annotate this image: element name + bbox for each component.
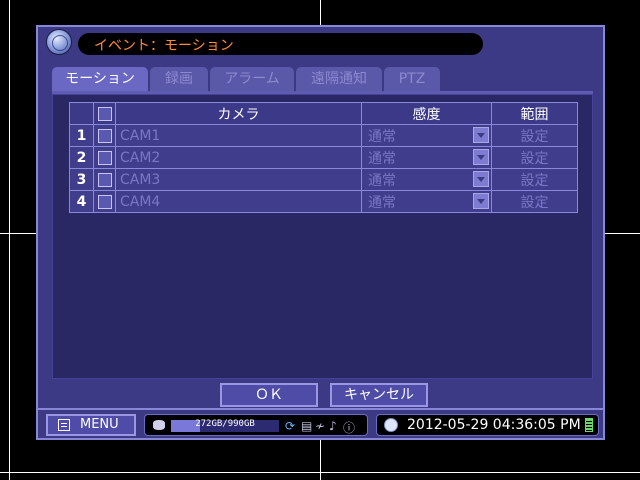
grid-line-vertical-top (320, 0, 321, 25)
title-bar: イベント：モーション (78, 33, 483, 55)
header-select-all[interactable] (93, 102, 116, 125)
range-setup-button[interactable]: 設定 (491, 190, 578, 213)
sensitivity-value: 通常 (368, 194, 396, 211)
clock-icon (384, 418, 398, 432)
tab-ptz[interactable]: PTZ (384, 67, 440, 91)
clock-display: 2012-05-29 04:36:05 PM (376, 414, 599, 436)
sensitivity-select[interactable]: 通常 (361, 168, 492, 191)
motion-settings-panel: カメラ 感度 範囲 1 CAM1 通常 設定 2 CAM2 通常 設定 3 CA… (52, 94, 593, 379)
datetime: 2012-05-29 04:36:05 PM (407, 417, 581, 433)
grid-line-left-edge (9, 0, 10, 480)
sensitivity-value: 通常 (368, 172, 396, 189)
table-row: 4 CAM4 通常 設定 (69, 190, 578, 213)
camera-name: CAM2 (115, 146, 362, 169)
tab-alarm[interactable]: アラーム (210, 67, 294, 91)
network-icon: ≁ (315, 419, 326, 433)
camera-name: CAM1 (115, 124, 362, 147)
row-checkbox[interactable] (97, 172, 112, 187)
sensitivity-select[interactable]: 通常 (361, 146, 492, 169)
grid-line-bottom-edge (0, 472, 640, 473)
menu-label: MENU (80, 417, 119, 432)
globe-icon (46, 29, 72, 55)
table-row: 1 CAM1 通常 設定 (69, 124, 578, 147)
chevron-down-icon[interactable] (473, 127, 489, 143)
tab-remote-notify[interactable]: 遠隔通知 (296, 67, 382, 91)
row-checkbox[interactable] (97, 150, 112, 165)
grid-line-vertical-bottom (320, 440, 321, 480)
row-checkbox-cell (93, 124, 116, 147)
row-checkbox-cell (93, 168, 116, 191)
row-number: 1 (69, 124, 94, 147)
sensitivity-select[interactable]: 通常 (361, 124, 492, 147)
row-checkbox-cell (93, 190, 116, 213)
hdd-icon (153, 420, 165, 430)
table-header-row: カメラ 感度 範囲 (69, 102, 578, 125)
row-number: 2 (69, 146, 94, 169)
refresh-icon: ⟳ (285, 419, 296, 433)
select-all-checkbox[interactable] (97, 106, 112, 121)
chevron-down-icon[interactable] (473, 193, 489, 209)
row-checkbox[interactable] (97, 128, 112, 143)
table-row: 2 CAM2 通常 設定 (69, 146, 578, 169)
storage-text: 272GB/990GB (195, 419, 255, 429)
camera-motion-table: カメラ 感度 範囲 1 CAM1 通常 設定 2 CAM2 通常 設定 3 CA… (69, 102, 578, 213)
row-number: 4 (69, 190, 94, 213)
sensitivity-select[interactable]: 通常 (361, 190, 492, 213)
alert-icon: ⓘ (343, 421, 356, 435)
row-number: 3 (69, 168, 94, 191)
sensitivity-value: 通常 (368, 150, 396, 167)
range-setup-button[interactable]: 設定 (491, 146, 578, 169)
grid-line-horizontal-left (0, 233, 36, 234)
tab-recording[interactable]: 録画 (150, 67, 208, 91)
row-checkbox[interactable] (97, 194, 112, 209)
menu-button[interactable]: MENU (46, 414, 136, 436)
window-title: イベント：モーション (94, 38, 234, 54)
range-setup-button[interactable]: 設定 (491, 168, 578, 191)
camera-name: CAM3 (115, 168, 362, 191)
storage-indicator: 272GB/990GB ⟳ ▤ ≁ ♪ ⓘ (144, 414, 368, 436)
grid-line-horizontal-right (605, 233, 640, 234)
header-number (69, 102, 94, 125)
chevron-down-icon[interactable] (473, 171, 489, 187)
ok-button[interactable]: ＯＫ (220, 383, 318, 407)
sensitivity-value: 通常 (368, 128, 396, 145)
table-row: 3 CAM3 通常 設定 (69, 168, 578, 191)
chevron-down-icon[interactable] (473, 149, 489, 165)
header-sensitivity: 感度 (361, 102, 492, 125)
range-setup-button[interactable]: 設定 (491, 124, 578, 147)
cancel-button[interactable]: キャンセル (330, 383, 428, 407)
header-camera: カメラ (115, 102, 362, 125)
record-icon: ▤ (301, 419, 313, 433)
row-checkbox-cell (93, 146, 116, 169)
battery-icon (585, 418, 593, 432)
tab-motion[interactable]: モーション (52, 67, 148, 91)
header-range: 範囲 (491, 102, 578, 125)
menu-icon (58, 419, 70, 431)
status-bar: MENU 272GB/990GB ⟳ ▤ ≁ ♪ ⓘ 2012-05-29 04… (36, 410, 605, 440)
bell-icon: ♪ (329, 419, 337, 433)
event-motion-dialog: イベント：モーション モーション 録画 アラーム 遠隔通知 PTZ カメラ 感度… (36, 25, 605, 410)
camera-name: CAM4 (115, 190, 362, 213)
